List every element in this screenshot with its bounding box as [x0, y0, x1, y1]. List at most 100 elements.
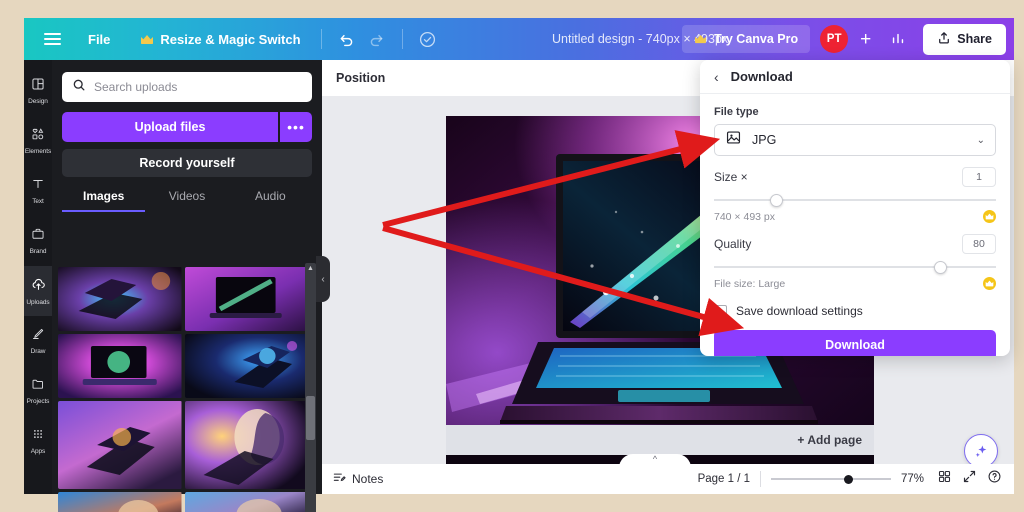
save-settings-checkbox[interactable]: [714, 304, 727, 318]
filesize-row: File size: Large: [714, 277, 996, 290]
list-item[interactable]: [184, 267, 308, 331]
list-item[interactable]: [184, 492, 308, 512]
sidebar-item-elements[interactable]: Elements: [24, 116, 52, 166]
quality-slider-thumb[interactable]: [933, 260, 947, 274]
window-frame-top: [0, 0, 1024, 18]
sidebar-item-label: Uploads: [26, 298, 50, 306]
sidebar-item-apps[interactable]: Apps: [24, 416, 52, 466]
chevron-left-icon[interactable]: ‹: [714, 70, 719, 84]
crown-icon: [983, 210, 996, 223]
avatar[interactable]: PT: [820, 25, 849, 53]
resize-magic-switch-label: Resize & Magic Switch: [160, 31, 301, 47]
file-type-label: File type: [714, 106, 759, 118]
sidebar-item-label: Text: [32, 198, 44, 205]
magic-sparkle-icon[interactable]: [964, 434, 998, 468]
upload-actions-row: Upload files •••: [52, 102, 322, 142]
list-item[interactable]: [58, 401, 182, 489]
uploads-scrollbar[interactable]: ▲ ▼: [305, 263, 316, 512]
sidebar-item-uploads[interactable]: Uploads: [24, 266, 52, 316]
file-type-select[interactable]: JPG ⌄: [714, 124, 996, 156]
bottom-status-bar: Notes Page 1 / 1 77%: [322, 464, 1014, 494]
record-yourself-button[interactable]: Record yourself: [62, 149, 312, 177]
plus-icon[interactable]: +: [852, 30, 879, 49]
save-download-settings-row[interactable]: Save download settings: [714, 304, 996, 318]
grid-dots-icon: [31, 427, 45, 446]
download-button[interactable]: Download: [714, 330, 996, 356]
resize-magic-switch-button[interactable]: Resize & Magic Switch: [130, 26, 310, 53]
zoom-thumb[interactable]: [844, 474, 854, 484]
file-type-value: JPG: [752, 133, 777, 147]
try-canva-pro-label: Try Canva Pro: [714, 32, 799, 46]
size-slider[interactable]: [714, 192, 996, 208]
share-button[interactable]: Share: [923, 23, 1006, 55]
position-button[interactable]: Position: [336, 71, 385, 85]
tab-audio[interactable]: Audio: [229, 189, 312, 212]
layout-icon: [31, 77, 45, 96]
list-item[interactable]: [184, 334, 308, 398]
sidebar-item-label: Projects: [26, 398, 50, 405]
filesize-text: File size: Large: [714, 277, 786, 290]
sidebar-item-brand[interactable]: Brand: [24, 216, 52, 266]
quality-slider[interactable]: [714, 259, 996, 275]
chevron-down-icon[interactable]: ⌄: [977, 135, 985, 146]
window-frame-right: [1014, 0, 1024, 512]
zoom-percent-label[interactable]: 77%: [901, 473, 927, 485]
redo-icon[interactable]: [362, 24, 392, 54]
top-header-bar: File Resize & Magic Switch Untitled desi…: [24, 18, 1014, 60]
size-slider-thumb[interactable]: [770, 193, 784, 207]
folder-icon: [31, 377, 45, 396]
bar-chart-icon[interactable]: [883, 24, 913, 54]
list-item[interactable]: [184, 401, 308, 489]
tab-videos[interactable]: Videos: [145, 189, 228, 212]
size-value-input[interactable]: 1: [962, 167, 996, 187]
notes-icon: [332, 471, 346, 488]
sidebar-item-label: Draw: [30, 348, 46, 355]
hamburger-icon[interactable]: [32, 33, 72, 45]
add-page-button[interactable]: + Add page: [446, 425, 874, 455]
undo-icon[interactable]: [332, 24, 362, 54]
list-item[interactable]: [58, 267, 182, 331]
help-circle-icon[interactable]: [987, 469, 1002, 489]
tab-images[interactable]: Images: [62, 189, 146, 212]
window-frame-left: [0, 0, 24, 512]
download-panel: ‹ Download File type JPG ⌄ Size × 1 740 …: [700, 60, 1010, 356]
save-settings-label: Save download settings: [736, 304, 863, 318]
ellipsis-icon[interactable]: •••: [280, 112, 312, 142]
sidebar-item-design[interactable]: Design: [24, 66, 52, 116]
share-upload-icon: [937, 31, 951, 48]
search-input[interactable]: [94, 80, 302, 94]
expand-icon[interactable]: [962, 469, 977, 489]
quality-label: Quality: [714, 237, 752, 251]
crown-icon: [694, 34, 708, 45]
sidebar-item-projects[interactable]: Projects: [24, 366, 52, 416]
list-item[interactable]: [58, 334, 182, 398]
sidebar-item-draw[interactable]: Draw: [24, 316, 52, 366]
notes-button[interactable]: Notes: [332, 471, 383, 488]
sidebar-item-text[interactable]: Text: [24, 166, 52, 216]
quality-value-input[interactable]: 80: [962, 234, 996, 254]
cloud-up-icon: [31, 277, 46, 297]
search-icon: [72, 78, 86, 97]
cloud-check-icon[interactable]: [413, 24, 443, 54]
try-canva-pro-button[interactable]: Try Canva Pro: [682, 25, 811, 53]
grid-view-icon[interactable]: [937, 469, 952, 489]
pen-icon: [31, 327, 45, 346]
notes-label: Notes: [352, 472, 384, 486]
search-wrapper: [52, 60, 322, 102]
zoom-slider[interactable]: [771, 472, 891, 486]
caret-up-icon[interactable]: ▲: [305, 263, 316, 274]
canva-editor-window: File Resize & Magic Switch Untitled desi…: [0, 0, 1024, 512]
header-right-group: Try Canva Pro PT + Share: [682, 18, 1006, 60]
size-row-header: Size × 1: [714, 167, 996, 187]
shapes-icon: [31, 127, 45, 146]
scrollbar-thumb[interactable]: [306, 396, 315, 440]
upload-files-button[interactable]: Upload files: [62, 112, 278, 142]
dimensions-row: 740 × 493 px: [714, 210, 996, 223]
list-item[interactable]: [58, 492, 182, 512]
page-indicator[interactable]: Page 1 / 1: [698, 473, 750, 485]
chevron-left-icon[interactable]: ‹: [316, 256, 330, 302]
download-panel-body: File type JPG ⌄ Size × 1 740 × 493 px Qu…: [700, 94, 1010, 356]
file-menu-button[interactable]: File: [76, 26, 122, 53]
bottom-bar-right-group: Page 1 / 1 77%: [698, 469, 1014, 489]
search-uploads-box[interactable]: [62, 72, 312, 102]
